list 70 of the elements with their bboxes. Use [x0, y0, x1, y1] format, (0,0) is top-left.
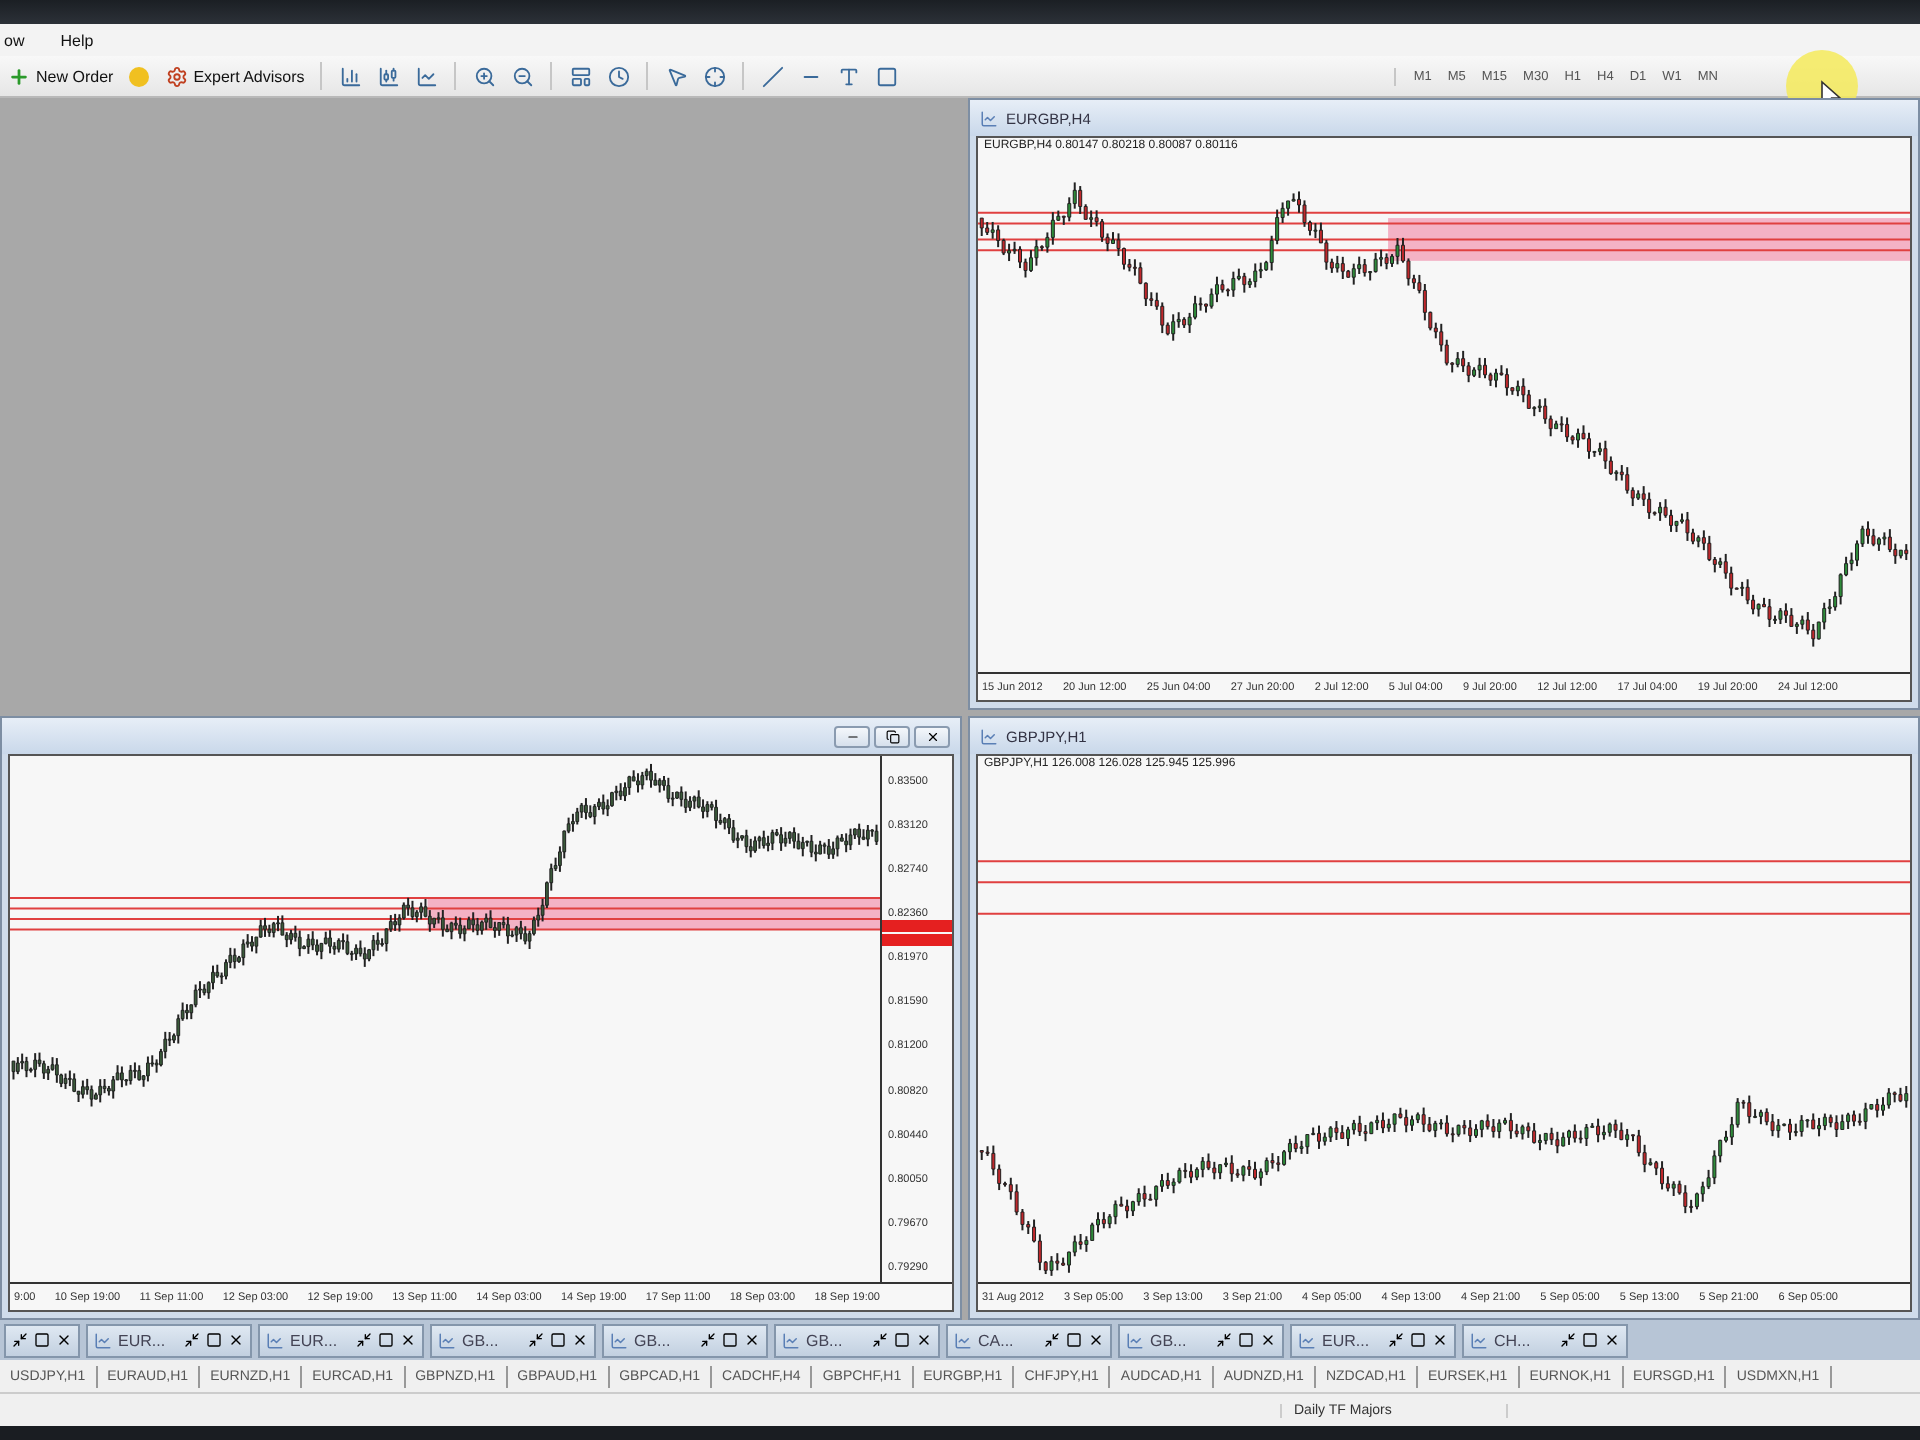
minimized-window-title: GB...: [462, 1331, 501, 1349]
minimized-window-title: EUR...: [118, 1331, 168, 1349]
minimized-window[interactable]: CH...: [1462, 1323, 1628, 1357]
restore-icon[interactable]: [700, 1332, 716, 1348]
new-order-button[interactable]: New Order: [4, 63, 118, 89]
chart-icon: [954, 1331, 972, 1349]
close-icon[interactable]: [572, 1332, 588, 1348]
chart-icon: [980, 727, 998, 745]
maximize-icon[interactable]: [1238, 1332, 1254, 1348]
maximize-icon[interactable]: [1066, 1332, 1082, 1348]
plus-icon: [8, 65, 30, 87]
minimized-window-title: EUR...: [290, 1331, 340, 1349]
maximize-icon[interactable]: [206, 1332, 222, 1348]
menu-item[interactable]: ow: [4, 31, 25, 49]
maximize-icon[interactable]: [550, 1332, 566, 1348]
chart-icon: [94, 1331, 112, 1349]
minimized-window-title: EUR...: [1322, 1331, 1372, 1349]
minimized-window[interactable]: GB...: [774, 1323, 940, 1357]
minimized-window[interactable]: GB...: [1118, 1323, 1284, 1357]
minimized-window[interactable]: EUR...: [1290, 1323, 1456, 1357]
restore-icon[interactable]: [1216, 1332, 1232, 1348]
restore-icon[interactable]: [872, 1332, 888, 1348]
chart-icon: [1298, 1331, 1316, 1349]
maximize-icon[interactable]: [1582, 1332, 1598, 1348]
restore-button[interactable]: [874, 725, 910, 747]
chart-icon: [610, 1331, 628, 1349]
close-icon[interactable]: [1604, 1332, 1620, 1348]
restore-icon[interactable]: [1560, 1332, 1576, 1348]
restore-icon[interactable]: [12, 1332, 28, 1348]
close-icon[interactable]: [1260, 1332, 1276, 1348]
restore-icon[interactable]: [356, 1332, 372, 1348]
minimized-window[interactable]: [4, 1323, 80, 1357]
chart-icon: [438, 1331, 456, 1349]
maximize-icon[interactable]: [894, 1332, 910, 1348]
minimized-window[interactable]: EUR...: [86, 1323, 252, 1357]
chart-icon: [266, 1331, 284, 1349]
minimized-window-title: GB...: [1150, 1331, 1189, 1349]
close-icon[interactable]: [228, 1332, 244, 1348]
close-button[interactable]: [914, 725, 950, 747]
close-icon[interactable]: [1432, 1332, 1448, 1348]
chart-icon: [980, 109, 998, 127]
gear-icon: [165, 65, 188, 87]
close-icon[interactable]: [1088, 1332, 1104, 1348]
close-icon[interactable]: [744, 1332, 760, 1348]
maximize-icon[interactable]: [1410, 1332, 1426, 1348]
restore-icon[interactable]: [1044, 1332, 1060, 1348]
close-icon[interactable]: [400, 1332, 416, 1348]
close-icon: [925, 729, 939, 743]
minimized-window-title: CA...: [978, 1331, 1016, 1349]
chart-icon: [782, 1331, 800, 1349]
minimized-window[interactable]: GB...: [430, 1323, 596, 1357]
maximize-icon[interactable]: [34, 1332, 50, 1348]
chart-icon: [1126, 1331, 1144, 1349]
restore-icon[interactable]: [184, 1332, 200, 1348]
maximize-icon[interactable]: [378, 1332, 394, 1348]
minimized-window-title: GB...: [634, 1331, 673, 1349]
maximize-icon[interactable]: [722, 1332, 738, 1348]
close-icon[interactable]: [916, 1332, 932, 1348]
menu-item[interactable]: Help: [60, 31, 94, 49]
restore-icon[interactable]: [1388, 1332, 1404, 1348]
restore-icon: [885, 729, 899, 743]
minimized-window-title: CH...: [1494, 1331, 1533, 1349]
restore-icon[interactable]: [528, 1332, 544, 1348]
close-icon[interactable]: [56, 1332, 72, 1348]
expert-advisors-button[interactable]: Expert Advisors: [161, 63, 309, 89]
minimized-window[interactable]: GB...: [602, 1323, 768, 1357]
chart-icon: [1470, 1331, 1488, 1349]
minimized-window-title: GB...: [806, 1331, 845, 1349]
minimized-window[interactable]: EUR...: [258, 1323, 424, 1357]
minimized-window[interactable]: CA...: [946, 1323, 1112, 1357]
